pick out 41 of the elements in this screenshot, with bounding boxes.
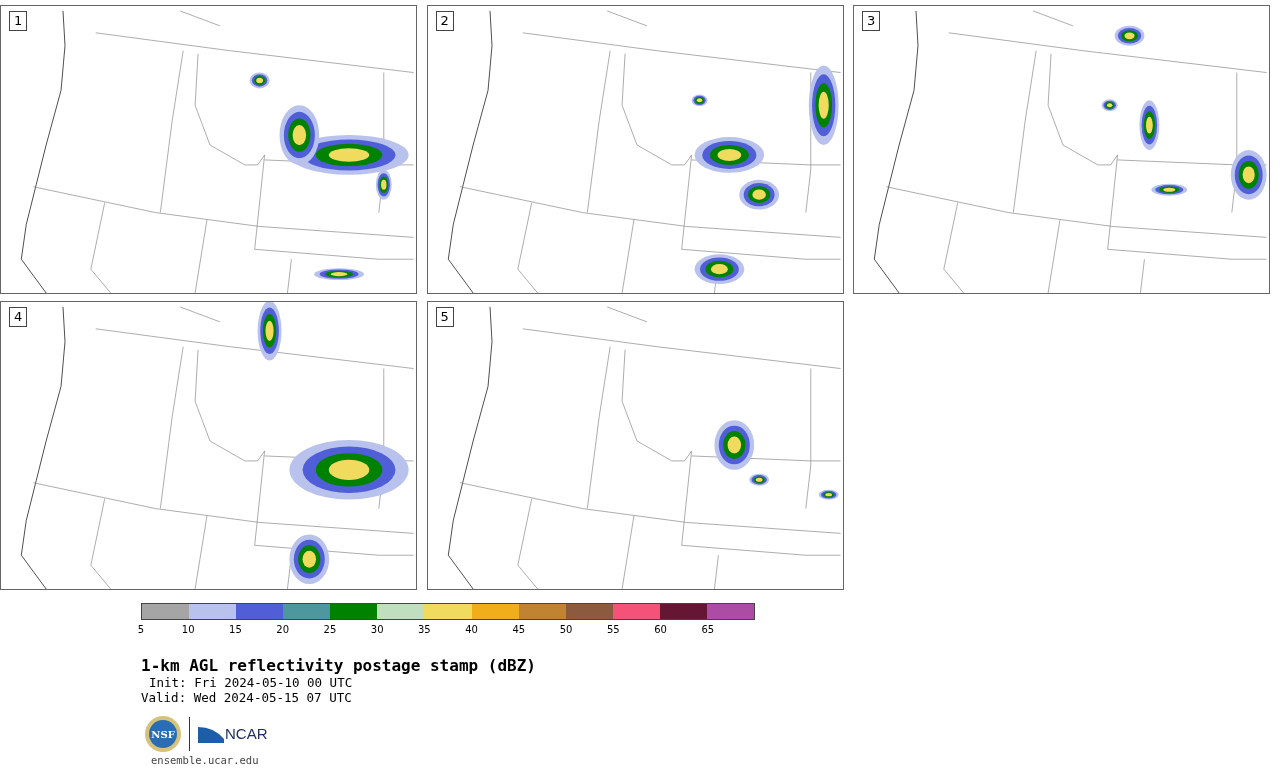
swoosh-icon xyxy=(198,725,224,743)
tick-label: 15 xyxy=(229,624,242,636)
tick-label: 45 xyxy=(512,624,526,636)
tick-label: 65 xyxy=(701,624,715,636)
radar-echo-drawing xyxy=(818,489,839,500)
tick-label: 35 xyxy=(418,624,431,636)
radar-echo-drawing xyxy=(249,72,270,89)
panel-number: 3 xyxy=(862,11,881,31)
radar-echo-drawing xyxy=(691,94,707,107)
seal-logo: NSF xyxy=(145,716,181,752)
radar-echo-drawing xyxy=(1114,25,1145,46)
panel-number: 5 xyxy=(435,307,454,327)
radar-echo-drawing xyxy=(713,420,754,470)
tick-label: 50 xyxy=(559,624,573,636)
tick-label: 60 xyxy=(654,624,667,636)
panel-number: 2 xyxy=(435,11,454,31)
lab-logo-text: NCAR xyxy=(225,726,268,742)
radar-echo-drawing xyxy=(1151,183,1188,196)
tick-label: 40 xyxy=(465,624,478,636)
tick-label: 55 xyxy=(606,624,620,636)
radar-echo-drawing xyxy=(1139,100,1160,150)
radar-echo-drawing xyxy=(289,534,330,585)
site-link[interactable]: ensemble.ucar.edu xyxy=(151,754,1280,766)
panel-number: 1 xyxy=(9,11,28,31)
radar-echo-drawing xyxy=(748,473,769,486)
valid-time: Valid: Wed 2024-05-15 07 UTC xyxy=(141,690,353,705)
tick-label: 5 xyxy=(137,624,145,636)
radar-echo-drawing xyxy=(1230,150,1267,200)
radar-echo-drawing xyxy=(694,254,744,285)
chart-title: 1-km AGL reflectivity postage stamp (dBZ) xyxy=(141,657,537,675)
radar-echo-drawing xyxy=(1101,99,1118,112)
tick-label: 30 xyxy=(370,624,384,636)
tick-label: 10 xyxy=(181,624,195,636)
radar-echo-drawing xyxy=(257,302,282,361)
radar-echo-drawing xyxy=(694,137,764,173)
radar-echo-drawing xyxy=(738,179,779,210)
init-time: Init: Fri 2024-05-10 00 UTC xyxy=(148,675,354,690)
panel-number: 4 xyxy=(9,307,28,327)
radar-echo-drawing xyxy=(314,268,364,281)
tick-label: 20 xyxy=(276,624,290,636)
tick-label: 25 xyxy=(323,624,337,636)
